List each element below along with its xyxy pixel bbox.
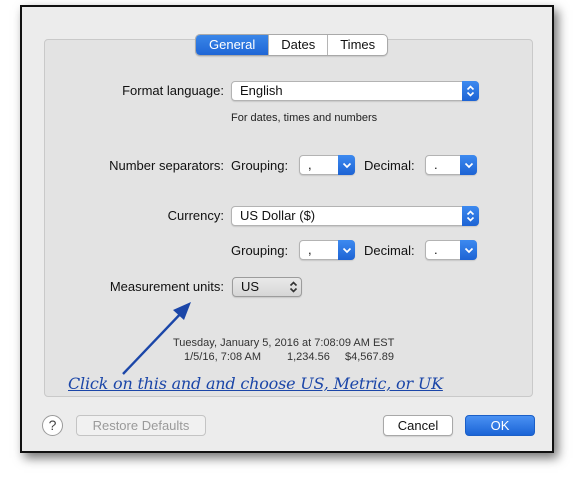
ok-button[interactable]: OK <box>465 415 535 436</box>
restore-defaults-button[interactable]: Restore Defaults <box>76 415 206 436</box>
preview-long-date: Tuesday, January 5, 2016 at 7:08:09 AM E… <box>173 337 395 349</box>
preview-currency: $4,567.89 <box>345 351 394 363</box>
preview-short-date: 1/5/16, 7:08 AM <box>184 351 262 363</box>
help-button[interactable]: ? <box>42 415 63 436</box>
cancel-button[interactable]: Cancel <box>383 415 453 436</box>
language-region-advanced-dialog: General Dates Times Format language: Eng… <box>20 5 554 453</box>
annotation-text: Click on this and and choose US, Metric,… <box>68 374 443 393</box>
preview-number: 1,234.56 <box>287 351 330 363</box>
